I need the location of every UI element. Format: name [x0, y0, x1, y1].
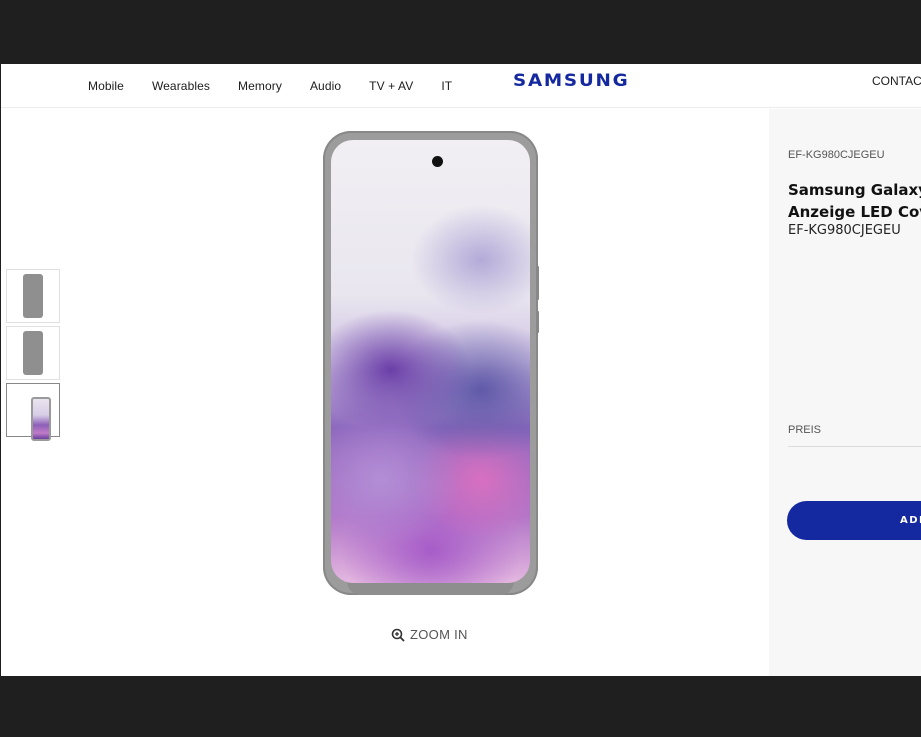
add-to-cart-button[interactable]: ADD: [787, 501, 921, 540]
thumbnail-case-back-alt[interactable]: [6, 326, 60, 380]
zoom-in-icon: [391, 628, 405, 642]
side-button-lower: [536, 311, 539, 333]
phone-screen-wallpaper: [331, 140, 530, 583]
nav-tv-av[interactable]: TV + AV: [369, 79, 413, 93]
nav-wearables[interactable]: Wearables: [152, 79, 210, 93]
product-title-line-1: Samsung Galaxy S: [788, 181, 921, 199]
samsung-logo[interactable]: SAMSUNG: [513, 71, 629, 91]
nav-memory[interactable]: Memory: [238, 79, 282, 93]
thumbnail-case-front[interactable]: [6, 383, 60, 441]
case-front-thumb-image: [31, 397, 51, 441]
thumbnail-list: [6, 269, 61, 441]
price-divider: [788, 446, 921, 447]
thumbnail-case-back[interactable]: [6, 269, 60, 323]
case-back-alt-thumb-image: [23, 331, 43, 375]
zoom-label: ZOOM IN: [410, 627, 468, 642]
product-title-line-2: Anzeige LED Cove: [788, 203, 921, 221]
camera-hole: [432, 156, 443, 167]
model-code-small: EF-KG980CJEGEU: [788, 149, 885, 161]
nav-contact[interactable]: CONTACT: [872, 74, 921, 88]
zoom-in-button[interactable]: ZOOM IN: [391, 627, 468, 642]
model-code: EF-KG980CJEGEU: [788, 223, 901, 238]
price-label: PREIS: [788, 424, 822, 436]
nav-mobile[interactable]: Mobile: [88, 79, 124, 93]
side-button: [536, 266, 539, 300]
case-back-thumb-image: [23, 274, 43, 318]
product-title: Samsung Galaxy S Anzeige LED Cove: [788, 179, 921, 223]
main-nav: Mobile Wearables Memory Audio TV + AV IT: [88, 64, 480, 108]
site-header: Mobile Wearables Memory Audio TV + AV IT…: [1, 64, 921, 108]
nav-audio[interactable]: Audio: [310, 79, 341, 93]
product-info-panel: EF-KG980CJEGEU Samsung Galaxy S Anzeige …: [769, 109, 921, 676]
nav-it[interactable]: IT: [441, 79, 452, 93]
product-gallery: ZOOM IN: [1, 109, 769, 676]
browser-viewport: Mobile Wearables Memory Audio TV + AV IT…: [1, 64, 921, 676]
product-main-image[interactable]: [323, 131, 539, 595]
